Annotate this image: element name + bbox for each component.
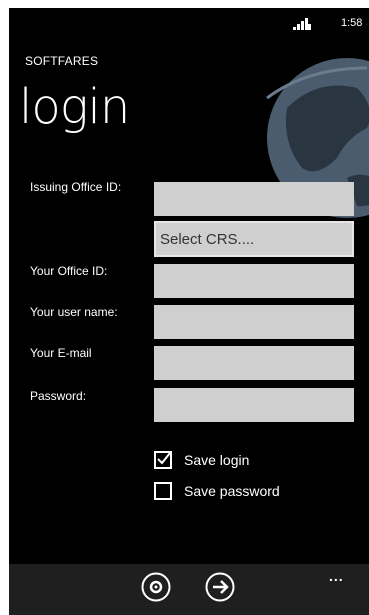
status-clock: 1:58 bbox=[341, 17, 363, 29]
password-input[interactable] bbox=[154, 388, 354, 422]
application-bar: ... bbox=[9, 564, 369, 615]
password-label: Password: bbox=[30, 389, 87, 403]
page-title: login bbox=[19, 79, 130, 135]
phone-screen: 1:58 SOFTFARES login Issuing Office ID: … bbox=[9, 8, 369, 615]
arrow-right-icon[interactable] bbox=[204, 571, 236, 603]
settings-icon[interactable] bbox=[140, 571, 172, 603]
save-password-label: Save password bbox=[184, 483, 280, 499]
status-bar: 1:58 bbox=[9, 8, 369, 38]
save-login-checkbox[interactable] bbox=[154, 451, 172, 469]
signal-strength-icon bbox=[293, 18, 311, 30]
email-label: Your E-mail bbox=[30, 346, 92, 360]
user-name-input[interactable] bbox=[154, 305, 354, 339]
crs-select[interactable]: Select CRS.... bbox=[154, 221, 354, 257]
vertical-edge-text bbox=[357, 38, 367, 338]
save-login-option[interactable]: Save login bbox=[154, 448, 249, 472]
app-name: SOFTFARES bbox=[25, 54, 99, 68]
user-name-label: Your user name: bbox=[30, 305, 118, 319]
checkmark-icon bbox=[157, 452, 171, 465]
issuing-office-label: Issuing Office ID: bbox=[30, 180, 122, 194]
save-password-checkbox[interactable] bbox=[154, 482, 172, 500]
your-office-label: Your Office ID: bbox=[30, 264, 108, 278]
save-login-label: Save login bbox=[184, 452, 250, 468]
email-input[interactable] bbox=[154, 346, 354, 380]
issuing-office-input[interactable] bbox=[154, 182, 354, 216]
more-options-button[interactable]: ... bbox=[329, 568, 344, 584]
your-office-input[interactable] bbox=[154, 264, 354, 298]
save-password-option[interactable]: Save password bbox=[154, 479, 280, 503]
